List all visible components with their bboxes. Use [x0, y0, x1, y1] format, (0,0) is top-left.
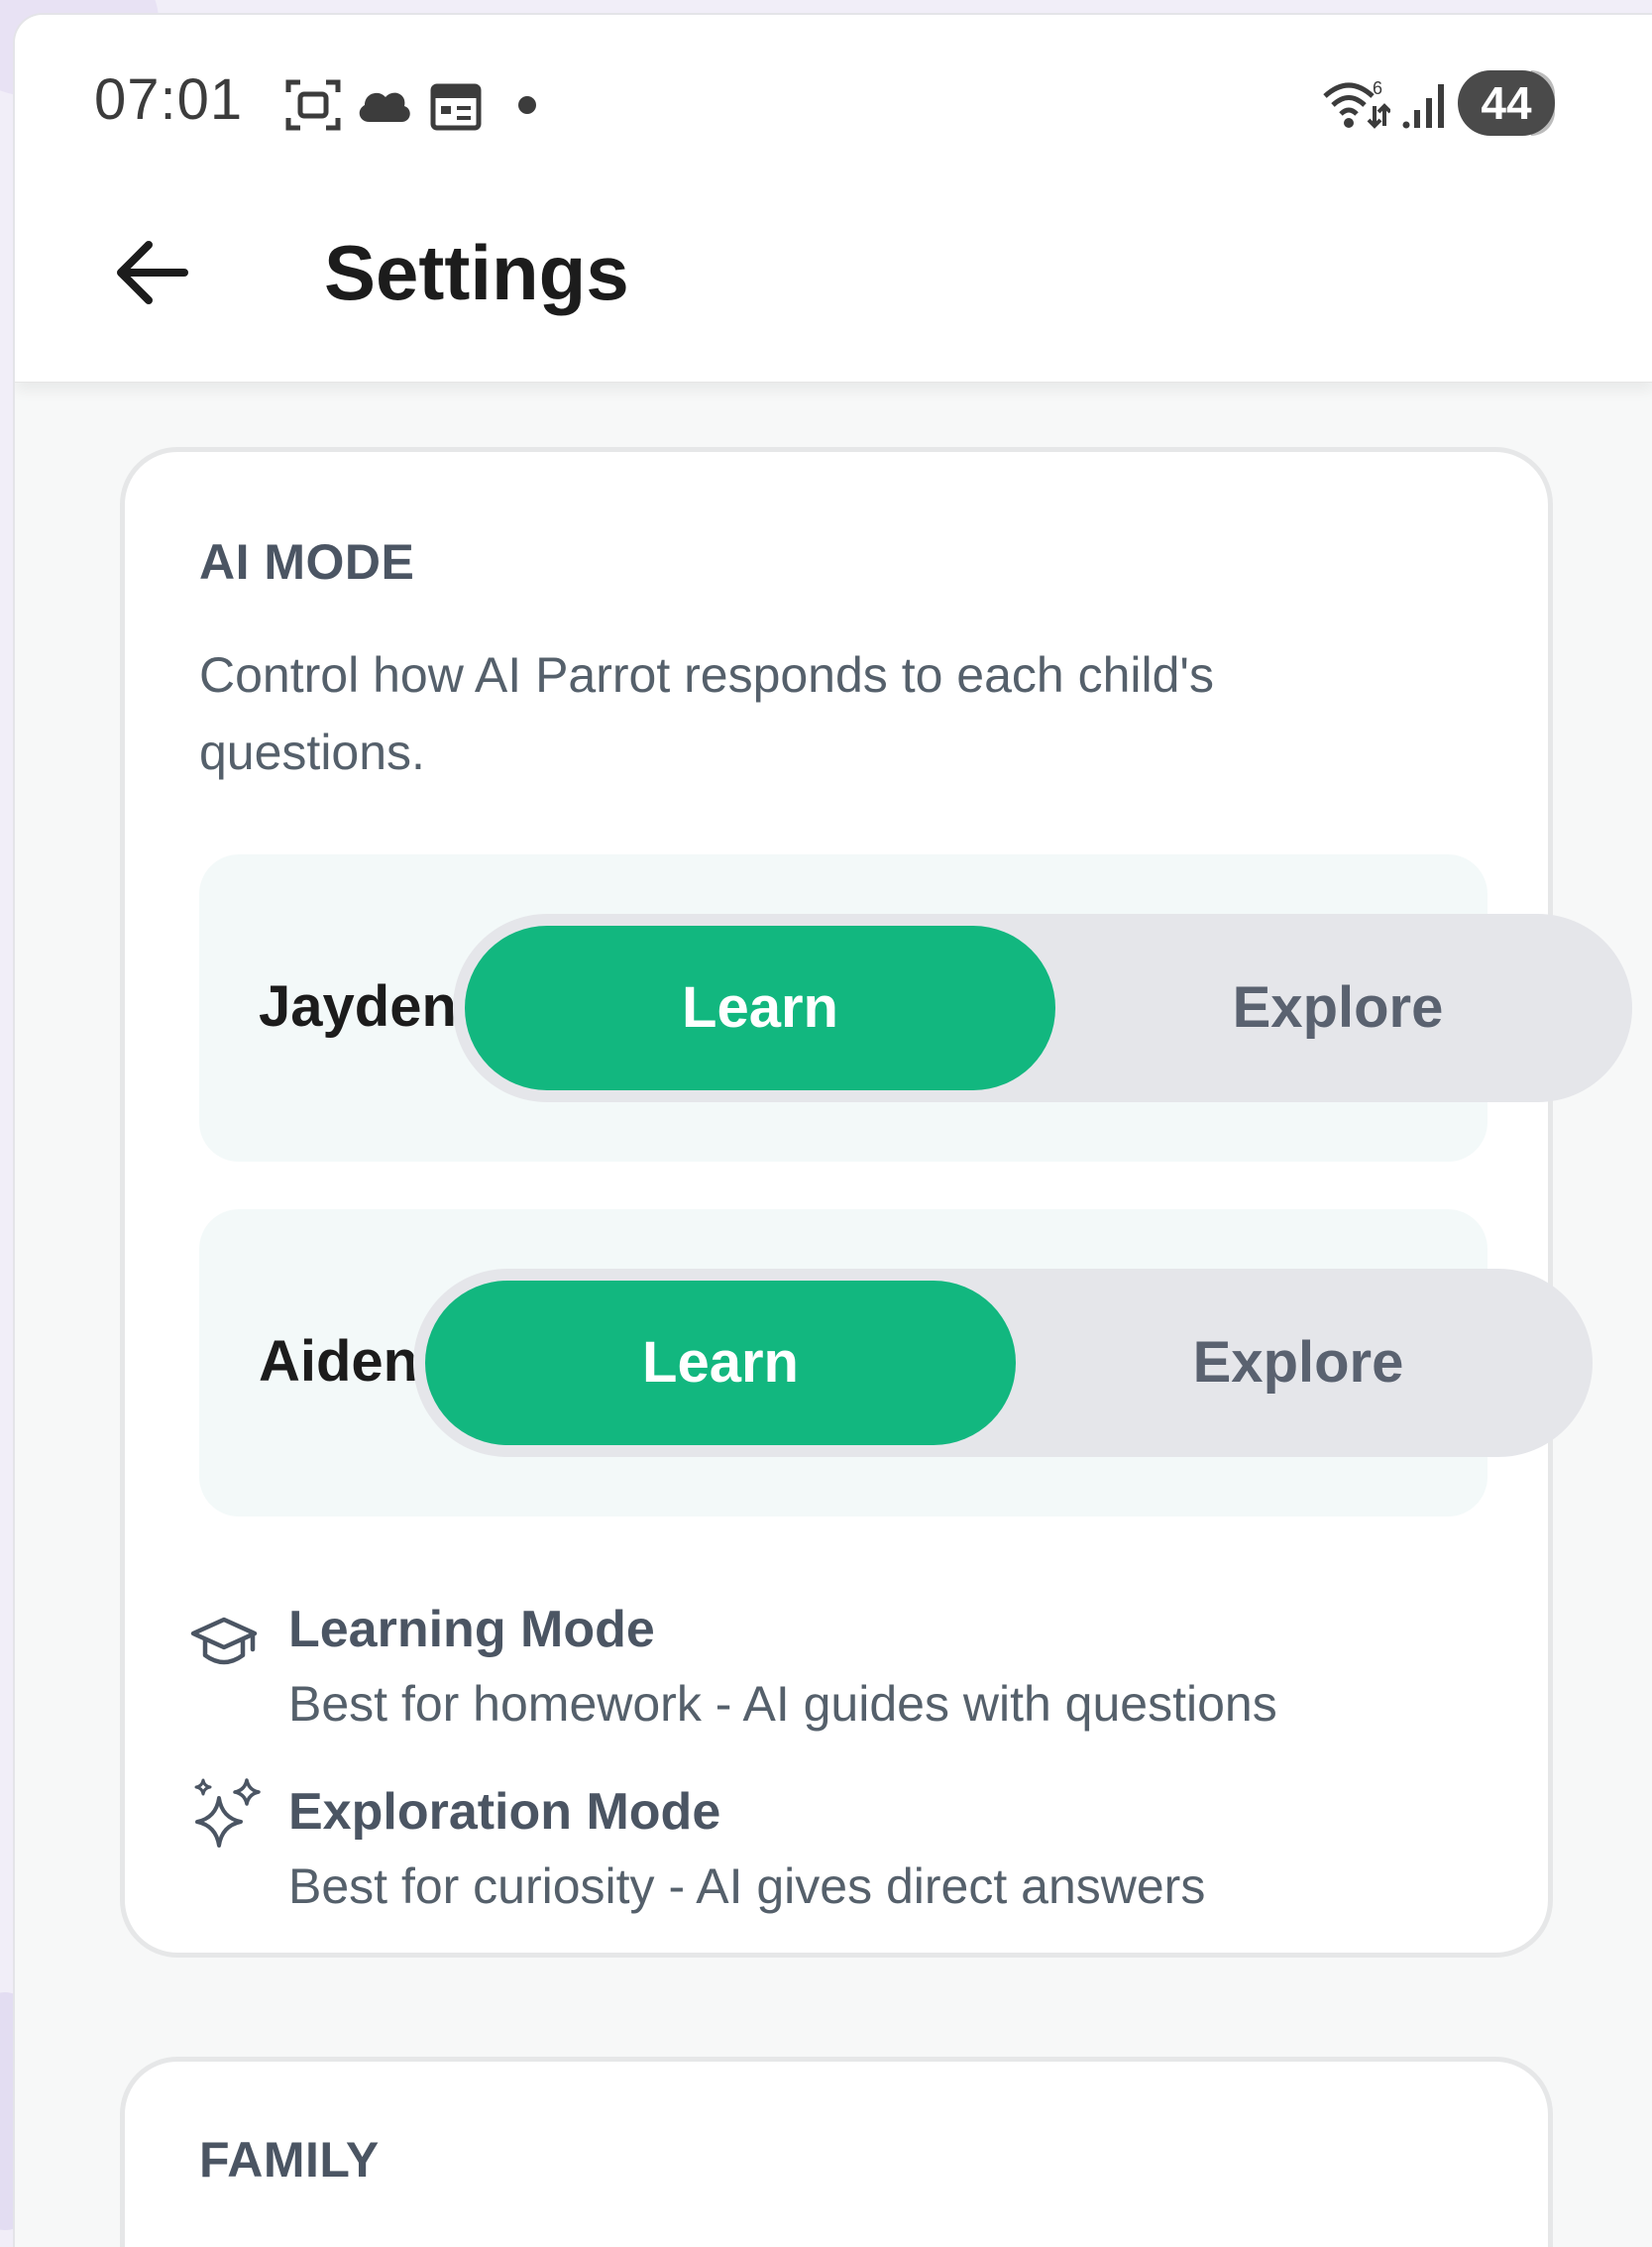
learn-option-selected[interactable]: Learn — [425, 1281, 1016, 1445]
graduation-cap-icon — [189, 1612, 259, 1680]
notification-dot-icon — [518, 96, 536, 114]
mode-description: Best for curiosity - AI gives direct ans… — [288, 1858, 1206, 1914]
calendar-icon — [429, 78, 483, 137]
cloud-icon — [356, 84, 413, 129]
back-button[interactable] — [96, 225, 205, 324]
mode-toggle[interactable]: Learn Explore — [453, 914, 1632, 1102]
phone-screen: 07:01 6 44 Settings AI MODE Control how … — [13, 13, 1652, 2247]
section-heading-family: FAMILY — [199, 2132, 380, 2188]
mode-title: Learning Mode — [288, 1601, 655, 1658]
screenshot-icon — [284, 76, 342, 139]
child-name: Jayden — [259, 974, 457, 1039]
child-name: Aiden — [259, 1329, 419, 1394]
mode-toggle[interactable]: Learn Explore — [413, 1269, 1593, 1457]
wifi-6-icon: 6 — [1319, 76, 1392, 137]
mode-title: Exploration Mode — [288, 1783, 721, 1841]
learn-option-selected[interactable]: Learn — [465, 926, 1055, 1090]
explore-option[interactable]: Explore — [1055, 926, 1620, 1090]
battery-level: 44 — [1458, 70, 1555, 136]
mode-description: Best for homework - AI guides with quest… — [288, 1676, 1277, 1732]
status-time: 07:01 — [94, 67, 244, 132]
ai-mode-description: Control how AI Parrot responds to each c… — [199, 647, 1214, 780]
app-header: 07:01 6 44 Settings — [15, 15, 1652, 383]
ai-mode-card: AI MODE Control how AI Parrot responds t… — [120, 447, 1632, 1958]
sparkles-icon — [189, 1776, 265, 1856]
family-card: FAMILY — [120, 2057, 1553, 2247]
arrow-left-icon — [111, 237, 190, 313]
section-heading-ai-mode: AI MODE — [199, 534, 415, 590]
child-mode-row-aiden: Aiden Learn Explore — [199, 1209, 1593, 1517]
child-mode-row-jayden: Jayden Learn Explore — [199, 854, 1632, 1162]
page-title: Settings — [324, 229, 629, 316]
signal-icon — [1402, 78, 1448, 135]
explore-option[interactable]: Explore — [1016, 1281, 1581, 1445]
svg-text:6: 6 — [1373, 78, 1382, 98]
